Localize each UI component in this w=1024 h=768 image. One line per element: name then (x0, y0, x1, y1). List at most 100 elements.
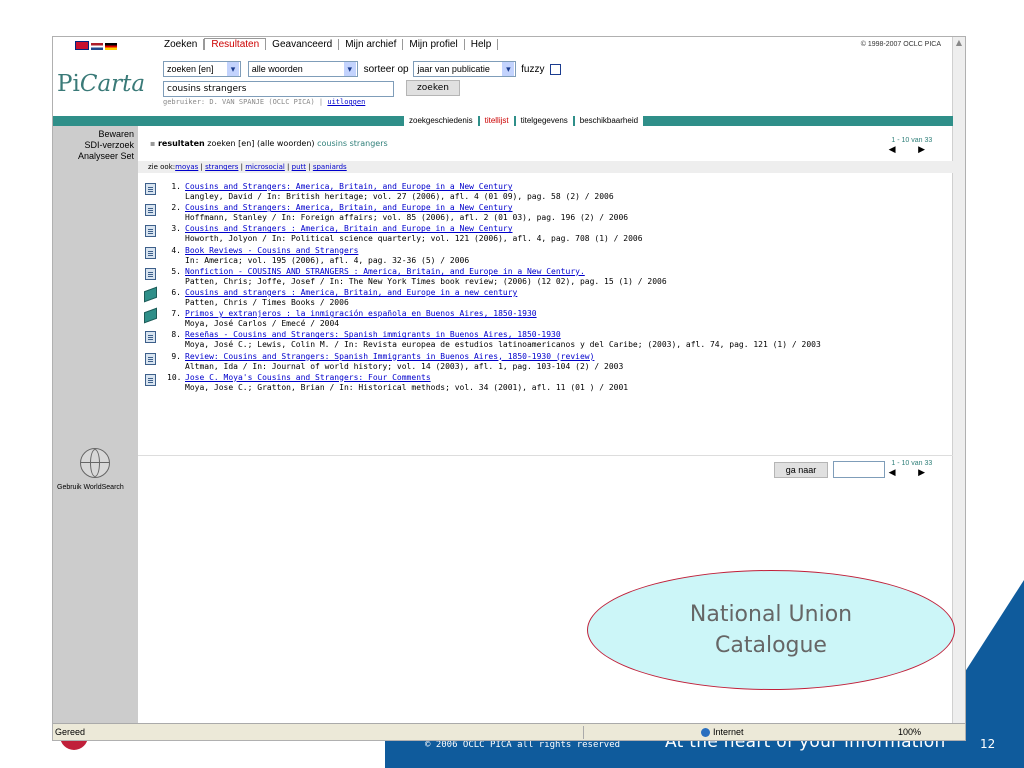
see-also-link[interactable]: putt (292, 163, 306, 171)
result-detail: Patten, Chris; Joffe, Josef / In: The Ne… (185, 276, 667, 286)
index-select[interactable]: zoeken [en] (163, 61, 241, 77)
user-label: gebruiker: D. VAN SPANJE (OCLC PICA) | (163, 98, 324, 106)
see-also-link[interactable]: strangers (205, 163, 238, 171)
fuzzy-checkbox[interactable] (550, 63, 562, 75)
subtab-titellijst[interactable]: titellijst (479, 116, 514, 126)
callout-line-2: Catalogue (715, 633, 827, 658)
result-title-link[interactable]: Review: Cousins and Strangers: Spanish I… (185, 352, 594, 361)
result-title-link[interactable]: Cousins and strangers : America, Britain… (185, 288, 517, 297)
result-title-link[interactable]: Primos y extranjeros : la inmigración es… (185, 309, 537, 318)
logout-link[interactable]: uitloggen (327, 98, 365, 106)
flag-nl-icon[interactable] (91, 43, 103, 50)
status-text: Gereed (55, 727, 86, 737)
list-item: 3. Cousins and Strangers : America, Brita… (143, 224, 943, 245)
zone-label: Internet (713, 727, 744, 737)
see-also-link[interactable]: moyas (175, 163, 198, 171)
result-number: 8. (171, 330, 181, 340)
flag-de-icon[interactable] (105, 43, 117, 50)
result-number: 6. (171, 287, 181, 297)
see-also-link[interactable]: microsocial (245, 163, 285, 171)
status-bar: Gereed Internet 100% (53, 723, 965, 740)
result-title-link[interactable]: Reseñas - Cousins and Strangers: Spanish… (185, 330, 561, 339)
list-item: 5. Nonfiction - COUSINS AND STRANGERS : A… (143, 267, 943, 288)
result-number: 5. (171, 266, 181, 276)
tab-mijn-archief[interactable]: Mijn archief (339, 39, 404, 50)
pager-arrows-icon[interactable]: ◀ ▶ (889, 467, 935, 478)
sidebar-item-analyseer[interactable]: Analyseer Set (53, 151, 138, 162)
article-icon (145, 352, 156, 365)
pager-count: 1 - 10 van 33 (891, 460, 933, 467)
article-icon (145, 373, 156, 386)
result-title-link[interactable]: Cousins and Strangers: America, Britain,… (185, 182, 513, 191)
sidebar-item-sdi[interactable]: SDI-verzoek (53, 140, 138, 151)
mode-select[interactable]: alle woorden (247, 61, 358, 77)
pager-top: 1 - 10 van 33 ◀ ▶ (889, 137, 935, 155)
zoom-control[interactable]: 100% (898, 724, 921, 740)
result-title-link[interactable]: Cousins and Strangers : America, Britain… (185, 224, 513, 233)
sidebar: Bewaren SDI-verzoek Analyseer Set Gebrui… (53, 126, 138, 723)
subtab-titelgegevens[interactable]: titelgegevens (515, 116, 573, 126)
picarta-logo: PiCarta (57, 71, 145, 97)
goto-button[interactable]: ga naar (774, 462, 828, 478)
book-icon (144, 307, 157, 324)
article-icon (145, 183, 156, 195)
separator: | (306, 163, 313, 171)
separator: | (284, 163, 292, 171)
results-heading: ▪ resultaten zoeken [en] (alle woorden) … (150, 139, 388, 148)
sidebar-item-bewaren[interactable]: Bewaren (53, 129, 138, 140)
tab-resultaten[interactable]: Resultaten (204, 38, 267, 50)
result-number: 7. (171, 309, 181, 319)
list-item: 1. Cousins and Strangers: America, Britai… (143, 182, 943, 203)
tab-geavanceerd[interactable]: Geavanceerd (266, 39, 340, 50)
presentation-slide: © 2006 OCLC PICA all rights reserved At … (0, 0, 1024, 768)
user-info: gebruiker: D. VAN SPANJE (OCLC PICA) | u… (163, 98, 365, 106)
result-title-link[interactable]: Cousins and Strangers: America, Britain,… (185, 203, 513, 212)
search-form-row: zoeken [en] alle woorden sorteer op jaar… (163, 61, 562, 77)
list-item: 9. Review: Cousins and Strangers: Spanish… (143, 352, 943, 373)
sort-select[interactable]: jaar van publicatie (413, 61, 517, 77)
internet-zone-icon (701, 728, 710, 738)
status-panels (583, 726, 694, 739)
search-button[interactable]: zoeken (406, 80, 460, 96)
pager-count: 1 - 10 van 33 (891, 137, 933, 144)
list-item: 10. Jose C. Moya's Cousins and Strangers:… (143, 373, 943, 394)
list-item: 6. Cousins and strangers : America, Brita… (143, 286, 943, 309)
logo-text-post: Carta (79, 71, 146, 97)
goto-input[interactable] (833, 461, 885, 478)
result-title-link[interactable]: Jose C. Moya's Cousins and Strangers: Fo… (185, 373, 431, 382)
callout-ellipse: National Union Catalogue (587, 570, 955, 690)
results-query: cousins strangers (317, 139, 388, 148)
slide-number: 12 (980, 737, 996, 751)
subtab-zoekgeschiedenis[interactable]: zoekgeschiedenis (404, 116, 478, 126)
list-item: 8. Reseñas - Cousins and Strangers: Spani… (143, 330, 943, 351)
result-detail: Moya, José Carlos / Emecé / 2004 (185, 319, 340, 329)
tab-zoeken[interactable]: Zoeken (138, 39, 205, 50)
result-detail: Howorth, Jolyon / In: Political science … (185, 234, 643, 244)
result-number: 2. (171, 203, 181, 213)
result-number: 10. (167, 372, 182, 382)
worldsearch-link[interactable]: Gebruik WorldSearch (57, 484, 124, 491)
result-number: 9. (171, 351, 181, 361)
result-number: 4. (171, 245, 181, 255)
see-also-label: zie ook: (148, 163, 176, 171)
fuzzy-label: fuzzy (521, 64, 545, 75)
scroll-up-icon[interactable]: ▲ (953, 37, 965, 49)
result-title-link[interactable]: Nonfiction - COUSINS AND STRANGERS : Ame… (185, 267, 585, 276)
globe-icon[interactable] (80, 448, 110, 478)
result-detail: In: America; vol. 195 (2006), afl. 4, pa… (185, 255, 470, 265)
result-detail: Altman, Ida / In: Journal of world histo… (185, 361, 624, 371)
subtab-beschikbaarheid[interactable]: beschikbaarheid (574, 116, 644, 126)
see-also-bar: zie ook:moyas | strangers | microsocial … (138, 161, 963, 173)
vertical-scrollbar[interactable]: ▲ (952, 37, 965, 723)
search-input[interactable]: cousins strangers (163, 81, 394, 97)
see-also-link[interactable]: spaniards (313, 163, 347, 171)
result-title-link[interactable]: Book Reviews - Cousins and Strangers (185, 246, 358, 255)
callout-line-1: National Union (689, 602, 853, 627)
results-criteria: zoeken [en] (alle woorden) (207, 139, 315, 148)
tab-help[interactable]: Help (464, 39, 499, 50)
sort-label: sorteer op (363, 64, 409, 75)
tab-mijn-profiel[interactable]: Mijn profiel (403, 39, 465, 50)
flag-uk-icon[interactable] (75, 41, 89, 50)
pager-arrows-icon[interactable]: ◀ ▶ (889, 144, 935, 155)
article-icon (145, 331, 156, 344)
